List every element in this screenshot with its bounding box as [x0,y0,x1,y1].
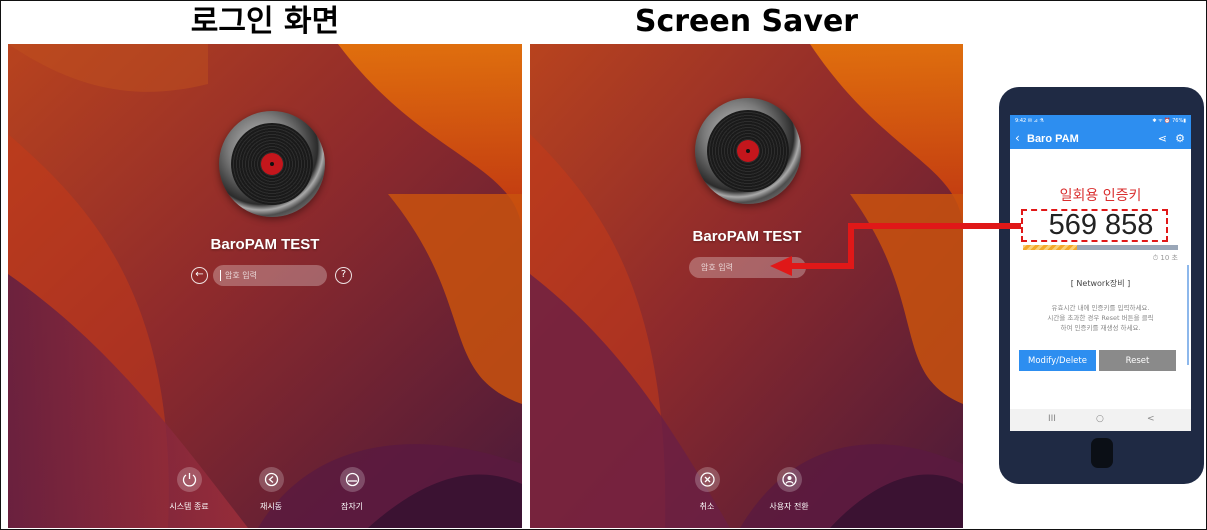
arrow-head [770,256,792,276]
arrow-line [790,223,1021,269]
annotation-arrow [770,223,1021,276]
